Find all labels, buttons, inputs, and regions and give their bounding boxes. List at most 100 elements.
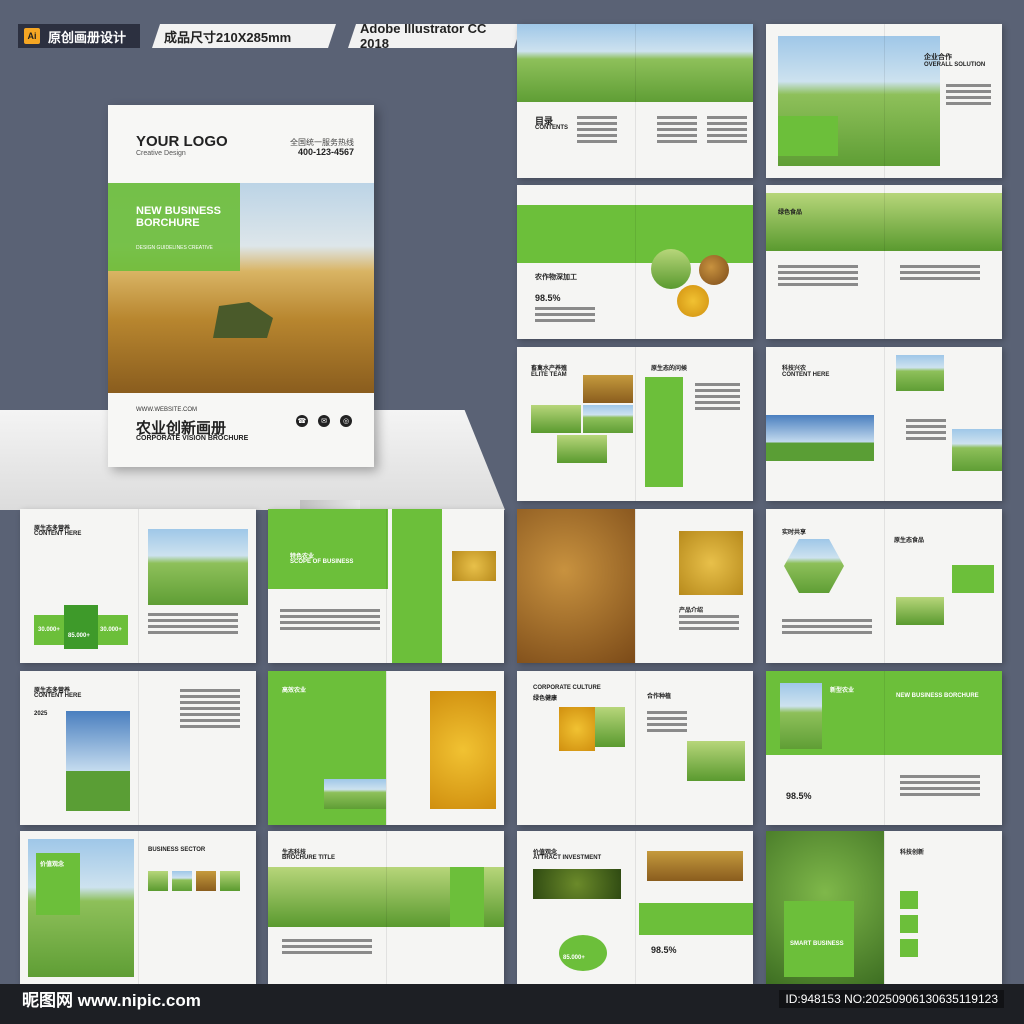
feature-icon-block: [900, 939, 918, 957]
wheat-image: [766, 193, 1002, 251]
text-lines: [946, 84, 991, 108]
tech-en: CONTENT HERE: [782, 372, 830, 378]
photo-tile: [896, 597, 944, 625]
text-lines: [280, 609, 380, 633]
grain-title: 产品介绍: [679, 608, 704, 614]
spread-solution: 企业合作 OVERALL SOLUTION: [766, 24, 1002, 178]
terrace-image: [780, 683, 822, 749]
nutrition2-en: CONTENT HERE: [34, 693, 82, 699]
photo-tile: [148, 871, 168, 891]
greenhouse-image: [687, 741, 745, 781]
cover-sublogo: Creative Design: [136, 150, 186, 157]
feature-icon-block: [900, 891, 918, 909]
efficient-title: 高效农业: [282, 688, 307, 694]
green-panel: [268, 509, 388, 589]
innovation-en: SMART BUSINESS: [790, 941, 844, 947]
photo-tile: [220, 871, 240, 891]
tag-design: 原创画册设计: [48, 29, 127, 45]
text-lines: [695, 383, 740, 413]
spread-breeding: 畜禽水产养殖 ELITE TEAM 原生态的问候: [517, 347, 753, 501]
culture-title-2: 合作种植: [647, 694, 672, 700]
green-band: [517, 205, 753, 263]
photo-tile: [583, 405, 633, 433]
green-block: [784, 901, 854, 977]
tractor-image: [148, 529, 248, 605]
tractor-hexagon-image: [784, 539, 844, 593]
landscape-image: [766, 415, 874, 461]
product-image: [452, 551, 496, 581]
scope-en: SCOPE OF BUSINESS: [290, 559, 354, 565]
web-icon: ◎: [340, 415, 352, 427]
landscape-image: [952, 429, 1002, 471]
green-block: [952, 565, 994, 593]
spread-tech: 科技兴农 CONTENT HERE: [766, 347, 1002, 501]
spread-green-food: 绿色食品: [766, 185, 1002, 339]
spread-eco-tech: 生态科技 BROCHURE TITLE: [268, 831, 504, 985]
processing-title: 农作物深加工: [535, 274, 577, 281]
green-column: [645, 377, 683, 487]
stat-number: 30.000+: [38, 627, 60, 633]
site-brand[interactable]: 昵图网 www.nipic.com: [22, 986, 201, 1011]
text-lines: [679, 615, 739, 633]
photo-tile: [557, 435, 607, 463]
sharing-title-2: 原生态食品: [894, 538, 925, 544]
stat-number: 30.000+: [100, 627, 122, 633]
photo-tile: [531, 405, 581, 433]
breeding-title: 畜禽水产养殖: [531, 366, 568, 372]
text-lines: [282, 939, 372, 957]
avocado-image: [533, 869, 621, 899]
new-agri-percent: 98.5%: [786, 791, 812, 801]
spread-investment: 价值观念 ATTRACT INVESTMENT 85.000+ 98.5%: [517, 831, 753, 985]
tag-software: Adobe Illustrator CC 2018: [348, 24, 522, 48]
green-column: [392, 509, 442, 663]
culture-title: 绿色健康: [533, 696, 558, 702]
crop-circle-image: [699, 255, 729, 285]
text-lines: [577, 116, 617, 146]
phone-icon: ☎: [296, 415, 308, 427]
spread-nutrition-2: 原生态多营养 CONTENT HERE 2025: [20, 671, 256, 825]
text-lines: [900, 775, 980, 799]
values-title: 价值观念: [40, 862, 65, 868]
investment-percent: 98.5%: [651, 945, 677, 955]
mail-icon: ✉: [318, 415, 330, 427]
ai-tag: Ai 原创画册设计: [18, 24, 141, 48]
processing-percent: 98.5%: [535, 293, 561, 303]
feature-icon-block: [900, 915, 918, 933]
breeding-en: ELITE TEAM: [531, 372, 567, 378]
cover-title-en: NEW BUSINESS BORCHURE: [136, 205, 221, 229]
text-lines: [657, 116, 697, 146]
green-block: [778, 116, 838, 156]
cover-contact-icons: ☎ ✉ ◎: [296, 415, 352, 427]
nutrition2-year: 2025: [34, 711, 48, 717]
image-id: ID:948153 NO:20250906130635119123: [779, 990, 1004, 1008]
text-lines: [148, 613, 238, 637]
field-image: [647, 851, 743, 881]
brochure-cover: YOUR LOGO Creative Design 全国统一服务热线 400-1…: [108, 105, 374, 467]
stat-number: 85.000+: [68, 633, 90, 639]
spread-sharing: 实时共享 原生态食品: [766, 509, 1002, 663]
innovation-title: 科技创新: [900, 850, 925, 856]
green-food-title: 绿色食品: [778, 210, 803, 216]
harvester-image: [213, 302, 273, 338]
corn-image: [430, 691, 496, 809]
field-image: [896, 355, 944, 391]
spread-innovation: SMART BUSINESS 科技创新: [766, 831, 1002, 985]
stat-block: [64, 605, 98, 649]
cover-green-box: NEW BUSINESS BORCHURE DESIGN GUIDELINES …: [108, 183, 240, 271]
contents-en: CONTENTS: [535, 125, 568, 131]
sharing-title: 实时共享: [782, 530, 807, 536]
investment-number: 85.000+: [563, 955, 585, 961]
green-block: [450, 867, 484, 927]
green-band: [639, 903, 753, 935]
cows-image: [595, 707, 625, 747]
spread-efficient: 高效农业: [268, 671, 504, 825]
hill-image: [66, 711, 130, 811]
cover-phone: 400-123-4567: [297, 147, 354, 157]
cover-subtitle: CORPORATE VISION BROCHURE: [136, 435, 249, 442]
oil-image: [559, 707, 595, 751]
text-lines: [180, 689, 240, 731]
text-lines: [707, 116, 747, 146]
field-image: [324, 779, 386, 809]
eco-tech-en: BROCHURE TITLE: [282, 855, 335, 861]
text-lines: [647, 711, 687, 735]
